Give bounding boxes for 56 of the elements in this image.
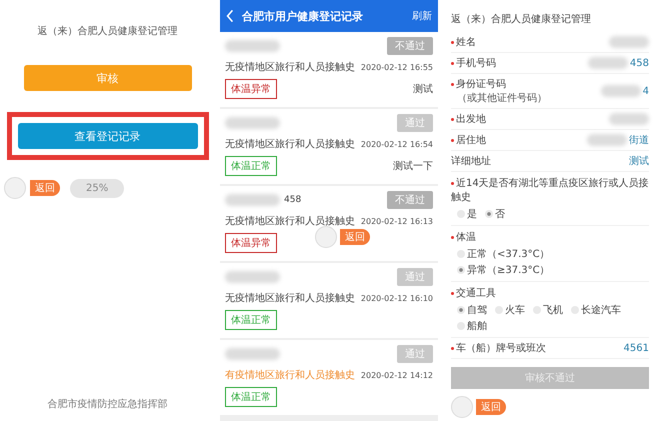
radio-button[interactable] <box>485 210 493 218</box>
timestamp: 2020-02-12 16:10 <box>360 294 433 302</box>
assistant-icon[interactable] <box>451 396 473 418</box>
timestamp: 2020-02-12 16:13 <box>360 216 433 226</box>
remark-text: 测试一下 <box>393 160 433 173</box>
radio-button[interactable] <box>457 306 465 314</box>
record-card[interactable]: 不通过 无疫情地区旅行和人员接触史 2020-02-12 16:55 体温异常 测试 <box>220 32 438 107</box>
field-label: 身份证号码 <box>451 77 547 91</box>
temperature-tag: 体温正常 <box>225 387 277 407</box>
field-value: 街道 <box>629 134 649 147</box>
page-title: 返（来）合肥人员健康登记管理 <box>38 24 178 38</box>
radio-option[interactable]: 飞机 <box>533 303 563 317</box>
question-label: 交通工具 <box>451 286 649 300</box>
exposure-text: 无疫情地区旅行和人员接触史 <box>225 292 355 305</box>
radio-option[interactable]: 正常（<37.3°C） <box>457 247 550 261</box>
exposure-text: 无疫情地区旅行和人员接触史 <box>225 60 355 74</box>
assistant-icon[interactable] <box>4 177 26 199</box>
phone-suffix: 458 <box>284 195 302 205</box>
radio-button[interactable] <box>457 266 465 274</box>
timestamp: 2020-02-12 16:54 <box>360 140 433 148</box>
question-label: 体温 <box>451 230 649 244</box>
temperature-tag: 体温正常 <box>225 310 277 330</box>
question-label: 近14天是否有湖北等重点疫区旅行或人员接触史 <box>451 176 649 204</box>
field-note: （或其他证件号码） <box>456 92 547 105</box>
field-value: 测试 <box>629 154 649 168</box>
back-icon[interactable] <box>226 9 234 23</box>
field-label: 详细地址 <box>451 154 491 168</box>
header-title: 合肥市用户健康登记记录 <box>242 8 364 24</box>
temperature-tag: 体温正常 <box>225 156 277 176</box>
refresh-button[interactable]: 刷新 <box>412 9 432 23</box>
radio-option[interactable]: 否 <box>485 207 505 221</box>
radio-option[interactable]: 火车 <box>495 303 525 317</box>
radio-option[interactable]: 长途汽车 <box>571 303 621 317</box>
page-title: 返（来）合肥人员健康登记管理 <box>451 12 592 26</box>
remark-text: 测试 <box>413 82 433 96</box>
radio-option[interactable]: 船舶 <box>457 319 487 333</box>
temperature-tag: 体温异常 <box>225 79 277 99</box>
timestamp: 2020-02-12 16:55 <box>360 62 433 72</box>
field-value: 4561 <box>624 342 649 354</box>
exposure-text: 无疫情地区旅行和人员接触史 <box>225 214 355 228</box>
footer-text: 合肥市疫情防控应急指挥部 <box>48 398 168 411</box>
timestamp: 2020-02-12 14:12 <box>360 370 433 380</box>
field-value: 458 <box>630 58 649 68</box>
field-value: 4 <box>642 86 649 96</box>
field-label: 车（船）牌号或班次 <box>451 341 546 355</box>
radio-option[interactable]: 是 <box>457 207 477 221</box>
field-label: 手机号码 <box>451 56 496 70</box>
field-label: 姓名 <box>451 35 476 49</box>
radio-option[interactable]: 自驾 <box>457 303 487 317</box>
exposure-text: 有疫情地区旅行和人员接触史 <box>225 368 355 382</box>
field-label: 出发地 <box>451 112 486 126</box>
exposure-text: 无疫情地区旅行和人员接触史 <box>225 138 355 151</box>
temperature-tag: 体温异常 <box>225 233 277 253</box>
field-label: 居住地 <box>451 133 486 147</box>
progress-pill: 25% <box>70 178 124 198</box>
radio-option[interactable]: 异常（≥37.3°C） <box>457 263 550 277</box>
